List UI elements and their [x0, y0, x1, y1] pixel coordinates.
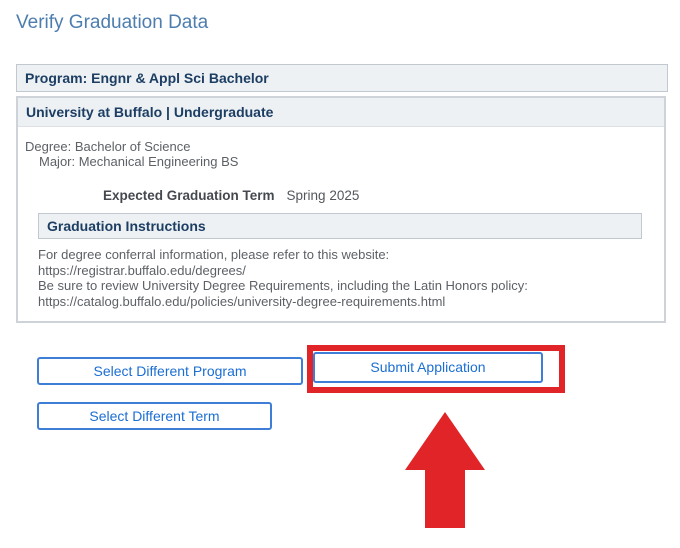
expected-term-label: Expected Graduation Term [103, 188, 275, 203]
select-different-program-button[interactable]: Select Different Program [37, 357, 303, 385]
program-header-label: Program: Engnr & Appl Sci Bachelor [25, 70, 269, 86]
arrow-up-icon [405, 412, 485, 528]
expected-term-value: Spring 2025 [287, 188, 360, 203]
instructions-line: Be sure to review University Degree Requ… [38, 278, 664, 294]
select-different-term-button[interactable]: Select Different Term [37, 402, 272, 430]
degree-line: Degree: Bachelor of Science [18, 139, 664, 154]
degree-info: Degree: Bachelor of Science Major: Mecha… [18, 139, 664, 169]
graduation-instructions-text: For degree conferral information, please… [38, 247, 664, 309]
page-title: Verify Graduation Data [16, 12, 208, 34]
graduation-instructions-label: Graduation Instructions [47, 218, 206, 234]
major-line: Major: Mechanical Engineering BS [18, 154, 664, 169]
institution-header-label: University at Buffalo | Undergraduate [26, 104, 273, 120]
instructions-line-url: https://catalog.buffalo.edu/policies/uni… [38, 294, 664, 310]
graduation-instructions-header-bar: Graduation Instructions [38, 213, 642, 239]
expected-graduation-term-row: Expected Graduation Term Spring 2025 [18, 188, 664, 203]
submit-application-button[interactable]: Submit Application [313, 352, 543, 383]
graduation-data-panel: University at Buffalo | Undergraduate De… [16, 96, 666, 323]
program-header-bar: Program: Engnr & Appl Sci Bachelor [16, 64, 668, 92]
instructions-line: For degree conferral information, please… [38, 247, 664, 263]
institution-header-bar: University at Buffalo | Undergraduate [18, 98, 664, 127]
instructions-line-url: https://registrar.buffalo.edu/degrees/ [38, 263, 664, 279]
